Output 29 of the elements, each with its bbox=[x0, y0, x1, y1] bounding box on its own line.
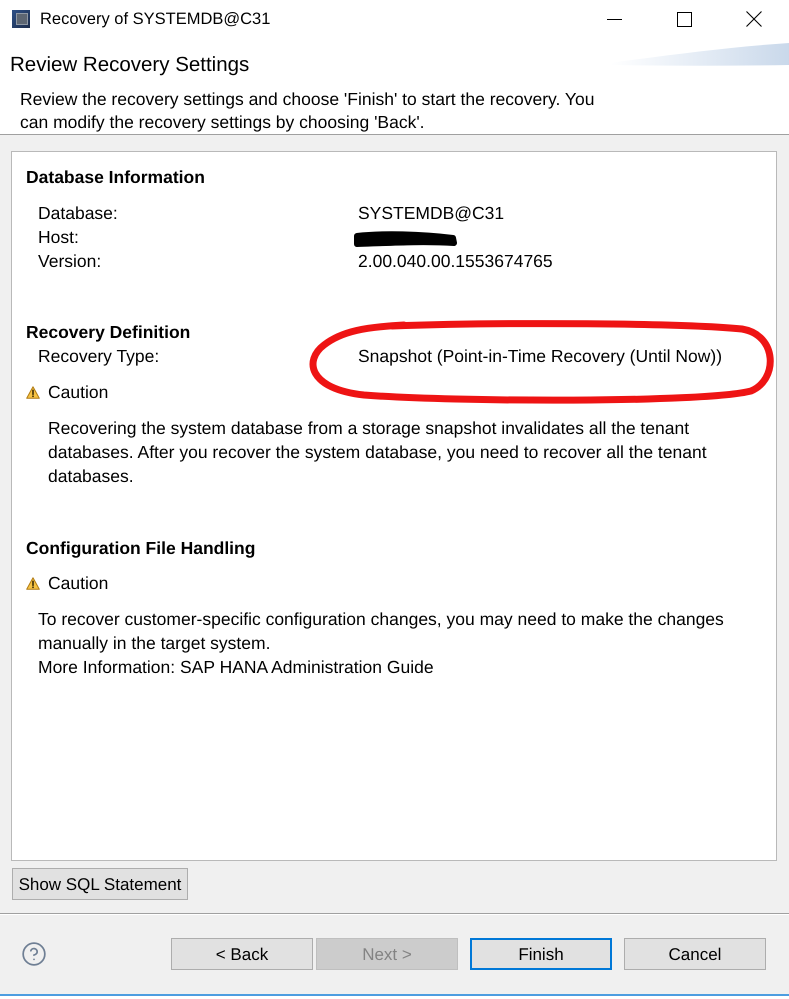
wizard-button[interactable]: Cancel bbox=[624, 938, 766, 970]
caution-label: Caution bbox=[48, 381, 108, 404]
maximize-icon bbox=[676, 12, 692, 26]
section-heading: Database Information bbox=[26, 166, 206, 189]
field-value: Snapshot (Point-in-Time Recovery (Until Now)) bbox=[358, 345, 722, 368]
field-label: Version: bbox=[38, 250, 102, 273]
field-label: Host: bbox=[38, 226, 80, 249]
app-icon bbox=[12, 10, 30, 28]
field-label: Recovery Type: bbox=[38, 345, 160, 368]
window-title: Recovery of SYSTEMDB@C31 bbox=[40, 9, 270, 30]
section-heading: Configuration File Handling bbox=[26, 537, 256, 560]
wizard-button[interactable]: < Back bbox=[171, 938, 313, 970]
help-icon[interactable] bbox=[21, 941, 47, 967]
caution-label: Caution bbox=[48, 572, 108, 595]
section-heading: Recovery Definition bbox=[26, 321, 192, 344]
page-description: Review the recovery settings and choose 'Finish' to start the recovery. You can modify the recovery settings by choosing 'Back'. bbox=[20, 88, 596, 134]
wizard-button[interactable]: Finish bbox=[470, 938, 612, 970]
caution-text: Recovering the system database from a storage snapshot invalidates all the tenant databases. After you recover the system database, you need to recover all the tenant databases. bbox=[48, 417, 708, 488]
warning-icon bbox=[26, 386, 40, 398]
field-value: 2.00.040.00.1553674765 bbox=[358, 250, 553, 273]
caution-text: To recover customer-specific configuration changes, you may need to make the changes manually in the target system. bbox=[38, 608, 725, 655]
minimize-icon bbox=[606, 18, 622, 20]
field-value: SYSTEMDB@C31 bbox=[358, 202, 504, 225]
page-title: Review Recovery Settings bbox=[10, 54, 250, 76]
warning-icon bbox=[26, 576, 40, 590]
show-sql-statement-button[interactable]: Show SQL Statement bbox=[12, 868, 188, 900]
more-information-text: More Information: SAP HANA Administration Guide bbox=[38, 656, 435, 679]
close-icon bbox=[746, 11, 762, 27]
field-label: Database: bbox=[38, 202, 119, 225]
